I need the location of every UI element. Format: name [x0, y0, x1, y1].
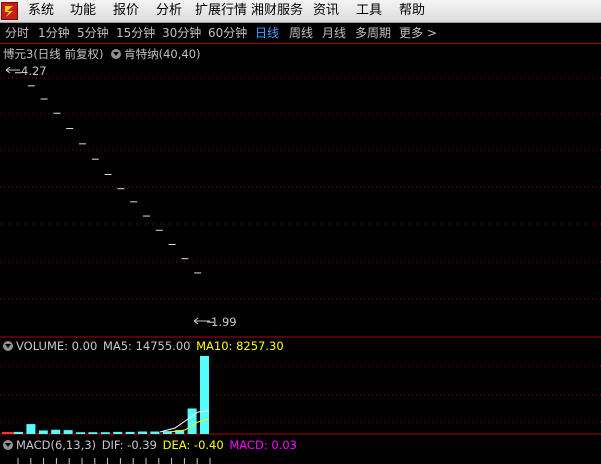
- macd-label: MACD(6,13,3): [16, 438, 97, 452]
- arrow-left-icon: [193, 317, 210, 325]
- volume-bar: [88, 432, 98, 434]
- volume-bar: [125, 431, 135, 434]
- volume-bar: [113, 431, 123, 434]
- volume-label: VOLUME: 0.00: [16, 339, 98, 353]
- macd-dif: DIF: -0.39: [101, 438, 157, 452]
- volume-ma5: MA5: 14755.00: [102, 339, 191, 353]
- volume-bar: [150, 431, 160, 434]
- macd-dea: DEA: -0.40: [162, 438, 224, 452]
- volume-bar: [200, 356, 209, 434]
- volume-bar: [26, 424, 36, 434]
- high-price-label: 4.27: [5, 64, 47, 78]
- volume-bar: [76, 432, 85, 434]
- macd-dropdown-icon[interactable]: [3, 440, 13, 450]
- volume-dropdown-icon[interactable]: [3, 341, 13, 351]
- volume-bar: [63, 430, 73, 434]
- arrow-left-icon: [5, 66, 20, 74]
- volume-bar: [100, 432, 110, 434]
- kline-chart: [0, 72, 601, 464]
- volume-bar: [38, 430, 48, 434]
- volume-bar: [138, 431, 147, 434]
- macd-panel-header: MACD(6,13,3) DIF: -0.39 DEA: -0.40 MACD:…: [3, 438, 297, 452]
- volume-bar: [187, 408, 197, 434]
- volume-ma10: MA10: 8257.30: [196, 339, 284, 353]
- low-price-label: 1.99: [193, 315, 237, 329]
- volume-bar: [51, 429, 61, 434]
- volume-bar: [14, 431, 23, 434]
- volume-panel-header: VOLUME: 0.00 MA5: 14755.00 MA10: 8257.30: [3, 339, 284, 353]
- macd-value: MACD: 0.03: [229, 438, 297, 452]
